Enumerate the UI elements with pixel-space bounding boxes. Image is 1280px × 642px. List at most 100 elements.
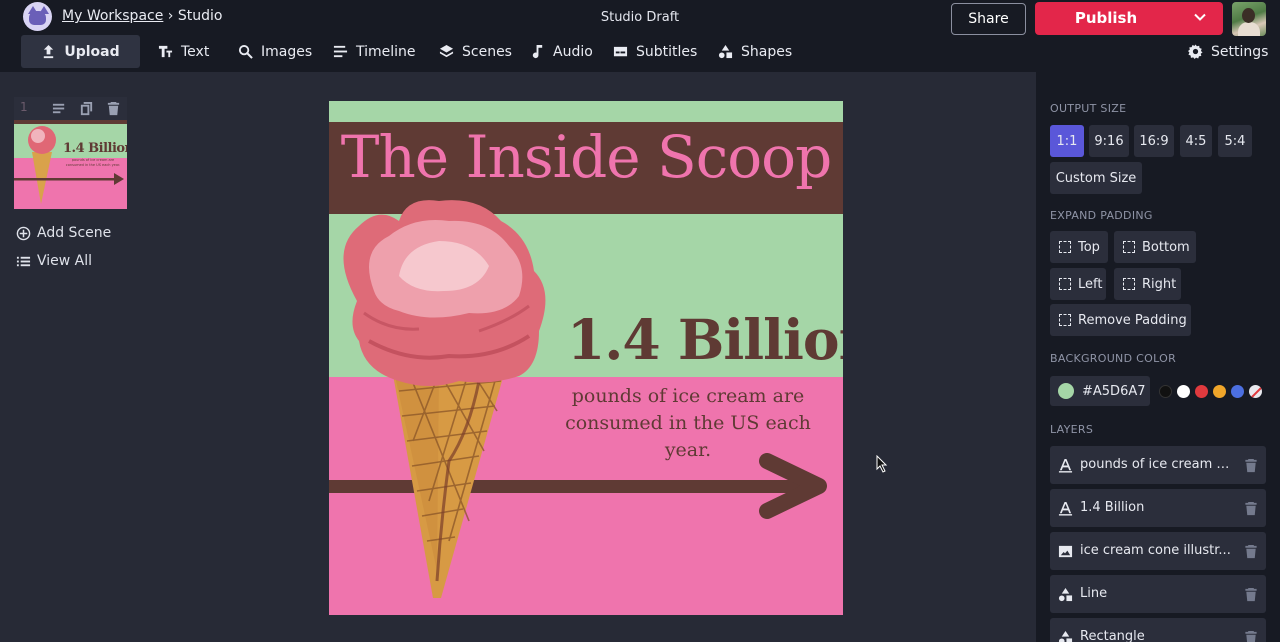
subtitles-tool[interactable]: Subtitles [613,35,697,68]
text-layer-icon [1058,458,1073,473]
size-option-4-5[interactable]: 4:5 [1180,125,1212,157]
dashed-box-icon [1059,314,1071,326]
workspace-link[interactable]: My Workspace [62,8,163,24]
breadcrumb: My Workspace › Studio [62,8,222,24]
list-icon [16,256,31,266]
subtitles-tool-label: Subtitles [636,43,698,60]
add-scene-button[interactable]: Add Scene [16,225,111,241]
remove-padding-label: Remove Padding [1078,312,1187,328]
workspace-avatar[interactable] [23,2,52,31]
trash-icon[interactable] [1244,587,1258,602]
breadcrumb-current: Studio [177,8,223,24]
layer-name: pounds of ice cream a... [1080,457,1232,472]
padding-right-label: Right [1142,276,1177,292]
trash-icon[interactable] [1244,458,1258,473]
layers-icon [439,44,454,58]
subtitle-line-2: consumed in the US each year. [565,412,811,461]
current-color-swatch [1058,383,1074,399]
layer-item[interactable]: Rectangle [1050,618,1266,642]
chevron-down-icon[interactable] [1194,11,1206,23]
custom-size-button[interactable]: Custom Size [1050,162,1142,194]
size-option-5-4[interactable]: 5:4 [1218,125,1252,157]
padding-bottom-label: Bottom [1142,239,1190,255]
top-bar: My Workspace › Studio Studio Draft Share… [0,0,1280,72]
publish-button[interactable]: Publish [1035,2,1223,35]
layer-item[interactable]: ice cream cone illustr... [1050,532,1266,570]
background-color-picker[interactable]: #A5D6A7 [1050,376,1150,406]
padding-top-button[interactable]: Top [1050,231,1108,263]
padding-right-button[interactable]: Right [1114,268,1181,300]
subtitle-line-1: pounds of ice cream are [571,385,805,407]
text-layer-icon [1058,501,1073,516]
view-all-button[interactable]: View All [16,253,92,269]
menu-lines-icon[interactable] [52,101,67,116]
dashed-box-icon [1123,278,1135,290]
settings-button[interactable]: Settings [1188,35,1268,68]
padding-left-button[interactable]: Left [1050,268,1106,300]
breadcrumb-separator: › [167,8,174,24]
search-icon [238,44,253,59]
duplicate-icon[interactable] [79,101,94,116]
size-option-16-9[interactable]: 16:9 [1134,125,1174,157]
timeline-tool[interactable]: Timeline [333,35,416,68]
layer-item[interactable]: 1.4 Billion [1050,489,1266,527]
swatch-orange[interactable] [1213,385,1226,398]
text-icon [158,45,173,58]
trash-icon[interactable] [1244,501,1258,516]
size-option-1-1[interactable]: 1:1 [1050,125,1084,157]
project-title[interactable]: Studio Draft [560,10,720,25]
text-tool[interactable]: Text [158,35,209,68]
text-tool-label: Text [181,43,210,60]
mouse-cursor-icon [876,455,888,473]
trash-icon[interactable] [106,101,121,116]
scene-thumbnail[interactable]: 1.4 Billion pounds of ice cream are cons… [14,120,127,209]
audio-tool[interactable]: Audio [530,35,593,68]
swatch-black[interactable] [1159,385,1172,398]
dashed-box-icon [1123,241,1135,253]
layer-name: ice cream cone illustr... [1080,543,1231,558]
upload-label: Upload [64,43,120,60]
shapes-tool[interactable]: Shapes [718,35,792,68]
background-color-hex: #A5D6A7 [1082,383,1146,399]
scene-number: 1 [20,100,28,114]
shapes-icon [1058,630,1073,642]
user-avatar[interactable] [1232,2,1266,36]
trash-icon[interactable] [1244,544,1258,559]
layer-item[interactable]: pounds of ice cream a... [1050,446,1266,484]
size-option-9-16[interactable]: 9:16 [1089,125,1129,157]
padding-top-label: Top [1078,239,1100,255]
timeline-tool-label: Timeline [356,43,416,60]
layer-name: Line [1080,586,1108,601]
image-layer-icon [1058,545,1073,558]
layer-name: Rectangle [1080,629,1145,642]
publish-label: Publish [1074,9,1138,27]
layer-item[interactable]: Line [1050,575,1266,613]
design-canvas[interactable]: The Inside Scoop 1.4 Billion pounds of i… [329,101,843,615]
shapes-tool-label: Shapes [741,43,793,60]
layer-name: 1.4 Billion [1080,500,1145,515]
trash-icon[interactable] [1244,630,1258,642]
scenes-tool[interactable]: Scenes [439,35,512,68]
swatch-transparent[interactable] [1249,385,1262,398]
swatch-red[interactable] [1195,385,1208,398]
swatch-blue[interactable] [1231,385,1244,398]
scenes-tool-label: Scenes [462,43,512,60]
swatch-white[interactable] [1177,385,1190,398]
timeline-icon [333,45,348,58]
thumb-subtitle-line1: pounds of ice cream are [71,158,115,162]
remove-padding-button[interactable]: Remove Padding [1050,304,1191,336]
share-button[interactable]: Share [951,3,1026,35]
upload-button[interactable]: Upload [21,35,140,68]
images-tool-label: Images [261,43,313,60]
images-tool[interactable]: Images [238,35,312,68]
canvas-stat-text[interactable]: 1.4 Billion [567,307,843,372]
padding-left-label: Left [1078,276,1103,292]
properties-panel: OUTPUT SIZE 1:1 9:16 16:9 4:5 5:4 Custom… [1036,72,1280,642]
thumb-stat: 1.4 Billion [63,141,127,156]
gear-icon [1188,44,1203,59]
expand-padding-heading: EXPAND PADDING [1050,209,1153,222]
layers-heading: LAYERS [1050,423,1094,436]
padding-bottom-button[interactable]: Bottom [1114,231,1196,263]
output-size-heading: OUTPUT SIZE [1050,102,1127,115]
canvas-subtitle-text[interactable]: pounds of ice cream are consumed in the … [543,383,833,464]
